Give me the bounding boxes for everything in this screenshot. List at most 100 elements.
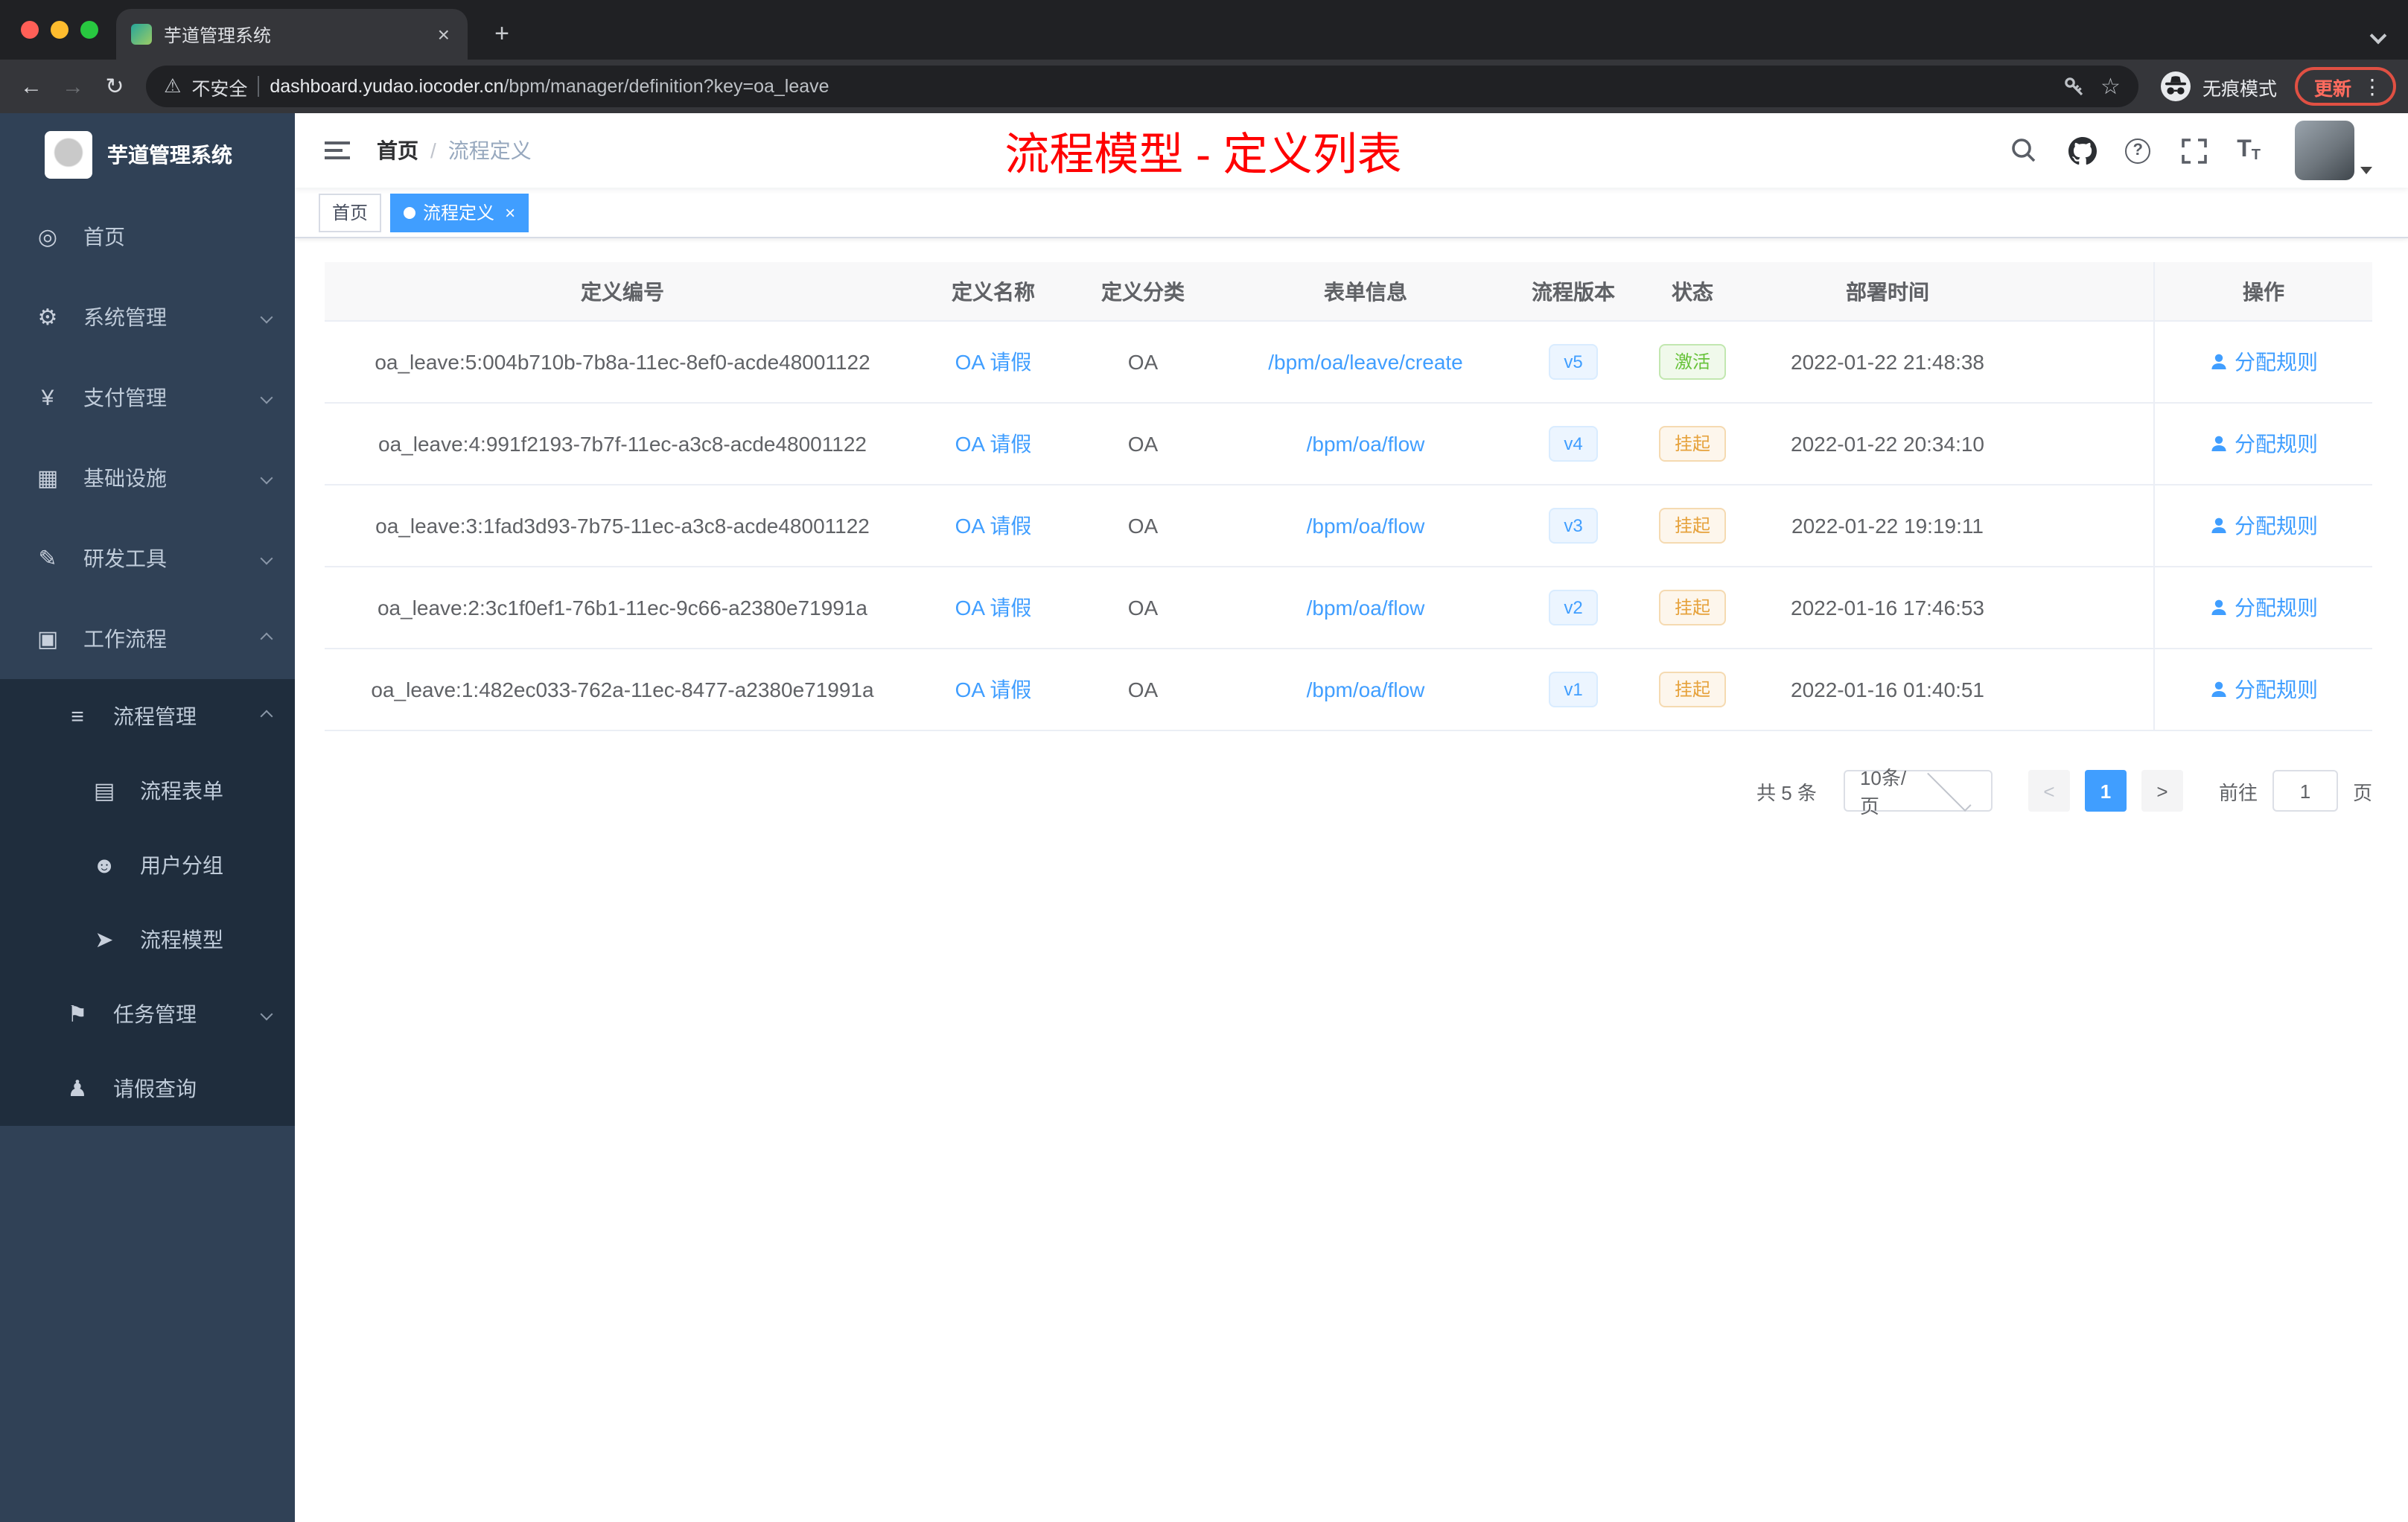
tag-label: 首页 xyxy=(332,203,369,223)
tab-search-chevron-icon[interactable] xyxy=(2369,27,2387,45)
sidebar-item-infrastructure[interactable]: ▦ 基础设施 xyxy=(0,438,295,518)
prev-page-button[interactable]: < xyxy=(2028,770,2070,812)
dashboard-icon: ◎ xyxy=(37,225,58,250)
reload-button[interactable]: ↻ xyxy=(95,67,134,106)
help-icon[interactable]: ? xyxy=(2125,138,2151,163)
logo-title: 芋道管理系统 xyxy=(107,143,232,167)
update-label: 更新 xyxy=(2313,78,2351,99)
definition-name-link[interactable]: OA 请假 xyxy=(955,347,1032,377)
content-area: 定义编号 定义名称 定义分类 表单信息 流程版本 状态 部署时间 操作 oa_l… xyxy=(295,238,2408,818)
assign-rule-link[interactable]: 分配规则 xyxy=(2209,593,2318,623)
page-number-button[interactable]: 1 xyxy=(2084,770,2127,812)
col-definition-id: 定义编号 xyxy=(581,279,664,303)
assign-rule-link[interactable]: 分配规则 xyxy=(2209,511,2318,541)
breadcrumb-separator: / xyxy=(430,138,436,162)
sidebar-item-label: 用户分组 xyxy=(140,853,223,877)
goto-page-input[interactable] xyxy=(2272,770,2338,812)
url-path: /bpm/manager/definition?key=oa_leave xyxy=(503,76,829,97)
page-size-select[interactable]: 10条/页 xyxy=(1843,766,1993,818)
status-badge: 挂起 xyxy=(1659,426,1725,462)
form-info-link[interactable]: /bpm/oa/flow xyxy=(1307,432,1425,456)
definition-name-link[interactable]: OA 请假 xyxy=(955,511,1032,541)
sidebar-item-user-group[interactable]: ☻ 用户分组 xyxy=(0,828,295,902)
avatar[interactable] xyxy=(2295,121,2354,180)
forward-button[interactable]: → xyxy=(54,67,92,106)
form-info-link[interactable]: /bpm/oa/leave/create xyxy=(1268,350,1463,374)
font-size-icon[interactable]: TT xyxy=(2237,137,2261,164)
window-controls xyxy=(21,21,98,39)
browser-menu-kebab-icon[interactable]: ⋮ xyxy=(2359,74,2386,99)
active-dot-icon xyxy=(404,206,416,218)
form-info-link[interactable]: /bpm/oa/flow xyxy=(1307,596,1425,620)
back-button[interactable]: ← xyxy=(12,67,51,106)
sidebar-item-process-model[interactable]: ➤ 流程模型 xyxy=(0,902,295,977)
browser-toolbar: ← → ↻ ⚠ 不安全 dashboard.yudao.iocoder.cn/b… xyxy=(0,60,2408,113)
chevron-down-icon xyxy=(260,471,273,485)
breadcrumb-home[interactable]: 首页 xyxy=(377,136,418,165)
sidebar-item-label: 请假查询 xyxy=(113,1077,197,1101)
definition-name-link[interactable]: OA 请假 xyxy=(955,429,1032,459)
chevron-down-icon xyxy=(260,311,273,324)
tag-close-icon[interactable]: × xyxy=(505,202,515,223)
tag-process-definition[interactable]: 流程定义 × xyxy=(390,193,529,232)
chevron-down-icon xyxy=(260,391,273,404)
sidebar-item-process-form[interactable]: ▤ 流程表单 xyxy=(0,754,295,828)
form-info-link[interactable]: /bpm/oa/flow xyxy=(1307,678,1425,701)
fullscreen-icon[interactable] xyxy=(2179,136,2208,165)
url-text: dashboard.yudao.iocoder.cn/bpm/manager/d… xyxy=(270,76,2051,97)
sidebar-item-process-management[interactable]: ≡ 流程管理 xyxy=(0,679,295,754)
password-key-icon[interactable] xyxy=(2062,74,2086,98)
definition-name-link[interactable]: OA 请假 xyxy=(955,593,1032,623)
sidebar-toggle-hamburger-icon[interactable] xyxy=(319,136,356,165)
table-row: oa_leave:4:991f2193-7b7f-11ec-a3c8-acde4… xyxy=(325,404,2372,485)
sidebar-item-dev-tools[interactable]: ✎ 研发工具 xyxy=(0,518,295,599)
form-info-link[interactable]: /bpm/oa/flow xyxy=(1307,514,1425,538)
sidebar-logo[interactable]: 芋道管理系统 xyxy=(0,113,295,197)
sidebar-item-leave-query[interactable]: ♟ 请假查询 xyxy=(0,1051,295,1126)
person-icon: ♟ xyxy=(67,1077,88,1102)
assign-rule-link[interactable]: 分配规则 xyxy=(2209,429,2318,459)
pagination-total: 共 5 条 xyxy=(1756,781,1817,803)
new-tab-button[interactable]: + xyxy=(482,15,521,54)
omnibox-divider xyxy=(258,76,260,97)
table-row: oa_leave:5:004b710b-7b8a-11ec-8ef0-acde4… xyxy=(325,322,2372,404)
sidebar-item-system-management[interactable]: ⚙ 系统管理 xyxy=(0,277,295,357)
pagination: 共 5 条 10条/页 < 1 > 前往 页 xyxy=(325,766,2372,818)
user-menu[interactable] xyxy=(2295,121,2372,180)
caret-down-icon xyxy=(2360,167,2372,174)
window-zoom-button[interactable] xyxy=(80,21,98,39)
sidebar-item-task-management[interactable]: ⚑ 任务管理 xyxy=(0,977,295,1051)
sidebar-item-label: 首页 xyxy=(83,225,125,249)
tab-close-icon[interactable]: × xyxy=(435,22,453,46)
page-size-value: 10条/页 xyxy=(1859,767,1907,818)
github-icon[interactable] xyxy=(2067,136,2097,165)
search-icon[interactable] xyxy=(2009,136,2039,165)
workflow-submenu: ≡ 流程管理 ▤ 流程表单 ☻ 用户分组 ➤ 流程模型 ⚑ 任务管理 ♟ 请假查… xyxy=(0,679,295,1126)
window-minimize-button[interactable] xyxy=(51,21,69,39)
tag-home[interactable]: 首页 xyxy=(319,193,382,232)
sidebar-item-workflow[interactable]: ▣ 工作流程 xyxy=(0,599,295,679)
url-domain: dashboard.yudao.iocoder.cn xyxy=(270,76,504,97)
main-area: 首页 / 流程定义 流程模型 - 定义列表 ? TT 首页 流程定义 × 定义编… xyxy=(295,113,2408,1522)
incognito-badge: 无痕模式 xyxy=(2159,70,2277,103)
assign-rule-link[interactable]: 分配规则 xyxy=(2209,675,2318,704)
table-row: oa_leave:3:1fad3d93-7b75-11ec-a3c8-acde4… xyxy=(325,485,2372,567)
definition-name-link[interactable]: OA 请假 xyxy=(955,675,1032,704)
deploy-time: 2022-01-16 17:46:53 xyxy=(1791,596,1984,620)
window-close-button[interactable] xyxy=(21,21,39,39)
definition-id: oa_leave:4:991f2193-7b7f-11ec-a3c8-acde4… xyxy=(378,432,867,456)
definition-category: OA xyxy=(1127,514,1159,538)
sidebar-item-label: 研发工具 xyxy=(83,547,167,570)
incognito-icon xyxy=(2160,71,2191,101)
browser-tab[interactable]: 芋道管理系统 × xyxy=(116,9,468,60)
gear-icon: ⚙ xyxy=(37,305,58,331)
sidebar-item-payment-management[interactable]: ¥ 支付管理 xyxy=(0,357,295,438)
assign-rule-link[interactable]: 分配规则 xyxy=(2209,347,2318,377)
version-tag: v1 xyxy=(1549,672,1598,707)
next-page-button[interactable]: > xyxy=(2141,770,2183,812)
security-warning-icon[interactable]: ⚠ xyxy=(164,74,181,98)
sidebar-item-home[interactable]: ◎ 首页 xyxy=(0,197,295,277)
address-bar[interactable]: ⚠ 不安全 dashboard.yudao.iocoder.cn/bpm/man… xyxy=(146,66,2138,107)
update-button[interactable]: 更新 ⋮ xyxy=(2294,67,2396,106)
bookmark-star-icon[interactable]: ☆ xyxy=(2100,73,2121,100)
